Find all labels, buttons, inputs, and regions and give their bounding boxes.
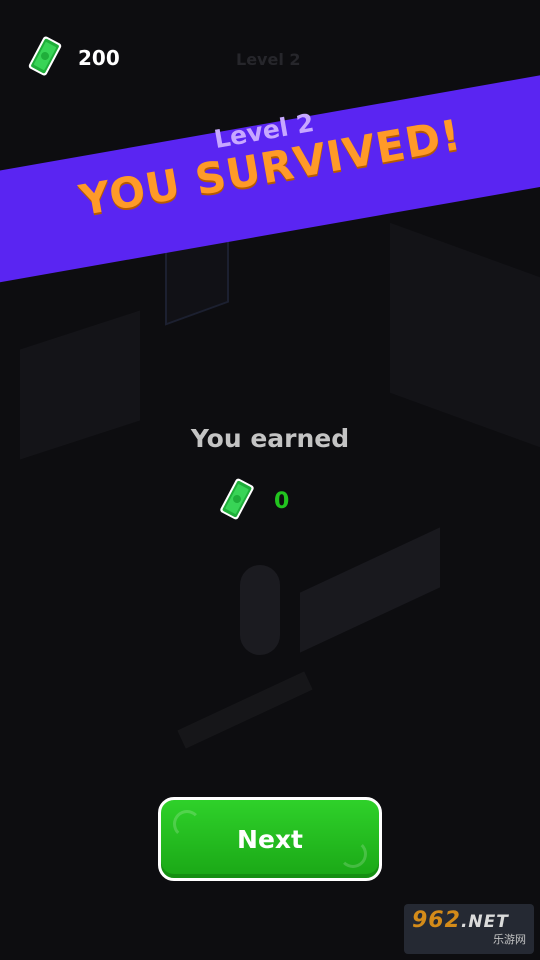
watermark-sub: 乐游网 <box>493 933 526 946</box>
scene-bed <box>300 527 440 653</box>
swoosh-decoration <box>339 840 367 868</box>
earned-title: You earned <box>190 424 350 453</box>
faded-level-label: Level 2 <box>236 50 301 69</box>
money-counter: 200 <box>26 34 120 82</box>
earned-amount: 0 <box>274 488 290 514</box>
watermark-number: 962 <box>412 908 461 933</box>
scene-floor <box>177 671 313 749</box>
next-button-label: Next <box>237 824 303 854</box>
watermark-logo: 962.NET 乐游网 <box>404 904 534 954</box>
scene-wall <box>390 222 540 448</box>
earned-row: 0 <box>218 476 289 526</box>
swoosh-decoration <box>173 810 201 838</box>
cash-icon <box>218 476 256 526</box>
next-button[interactable]: Next <box>158 797 382 881</box>
watermark-suffix: .NET <box>460 912 509 932</box>
cash-icon <box>26 34 64 82</box>
money-amount: 200 <box>78 46 120 70</box>
scene-character <box>240 565 280 655</box>
